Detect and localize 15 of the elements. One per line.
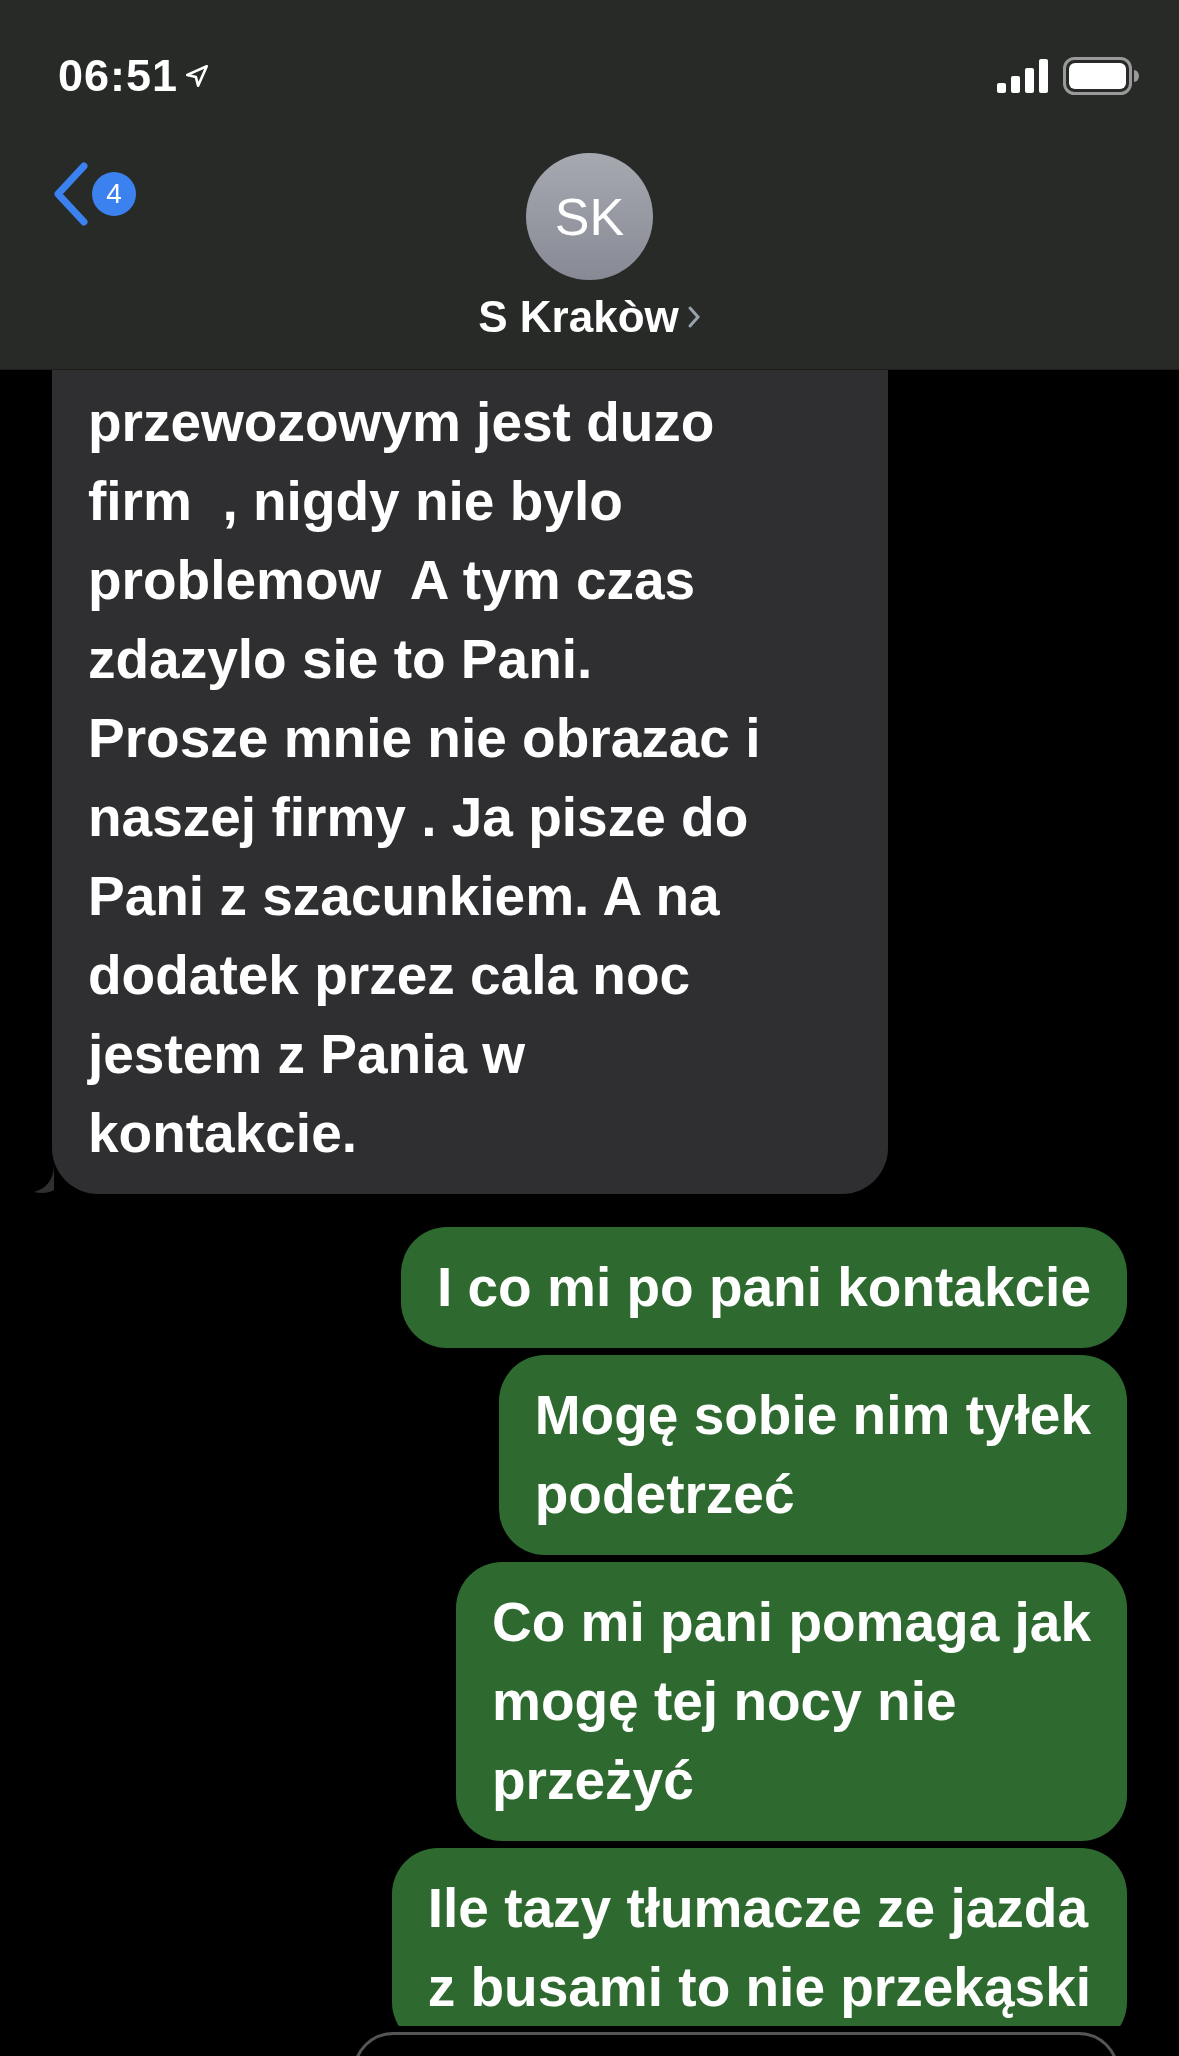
sent-message: I co mi po pani kontakcie bbox=[400, 1227, 1127, 1348]
unread-badge: 4 bbox=[92, 172, 136, 216]
signal-icon bbox=[997, 59, 1049, 93]
contact-name[interactable]: S Krakòw bbox=[478, 292, 701, 342]
back-button[interactable]: 4 bbox=[52, 162, 136, 226]
location-arrow-icon bbox=[184, 63, 211, 89]
chevron-right-icon bbox=[686, 305, 701, 329]
chevron-left-icon bbox=[52, 162, 88, 226]
battery-icon bbox=[1063, 57, 1139, 95]
sent-message: Mogę sobie nim tyłek podetrzeć bbox=[498, 1355, 1127, 1555]
status-time: 06:51 bbox=[58, 50, 179, 102]
received-message: przewozowym jest duzo firm , nigdy nie bylo problemow A tym czas zdazylo sie to Pani. Prosze mnie nie obrazac i naszej firmy . Ja pisze do Pani z szacunkiem. A na dodatek przez cala noc jestem z Pania w kontakcie. bbox=[52, 370, 888, 1194]
sent-message: Ile tazy tłumacze ze jazda z busami to nie przekąski bbox=[391, 1848, 1127, 2026]
contact-avatar[interactable]: SK bbox=[526, 153, 653, 280]
sent-message: Co mi pani pomaga jak mogę tej nocy nie przeżyć bbox=[456, 1562, 1127, 1841]
